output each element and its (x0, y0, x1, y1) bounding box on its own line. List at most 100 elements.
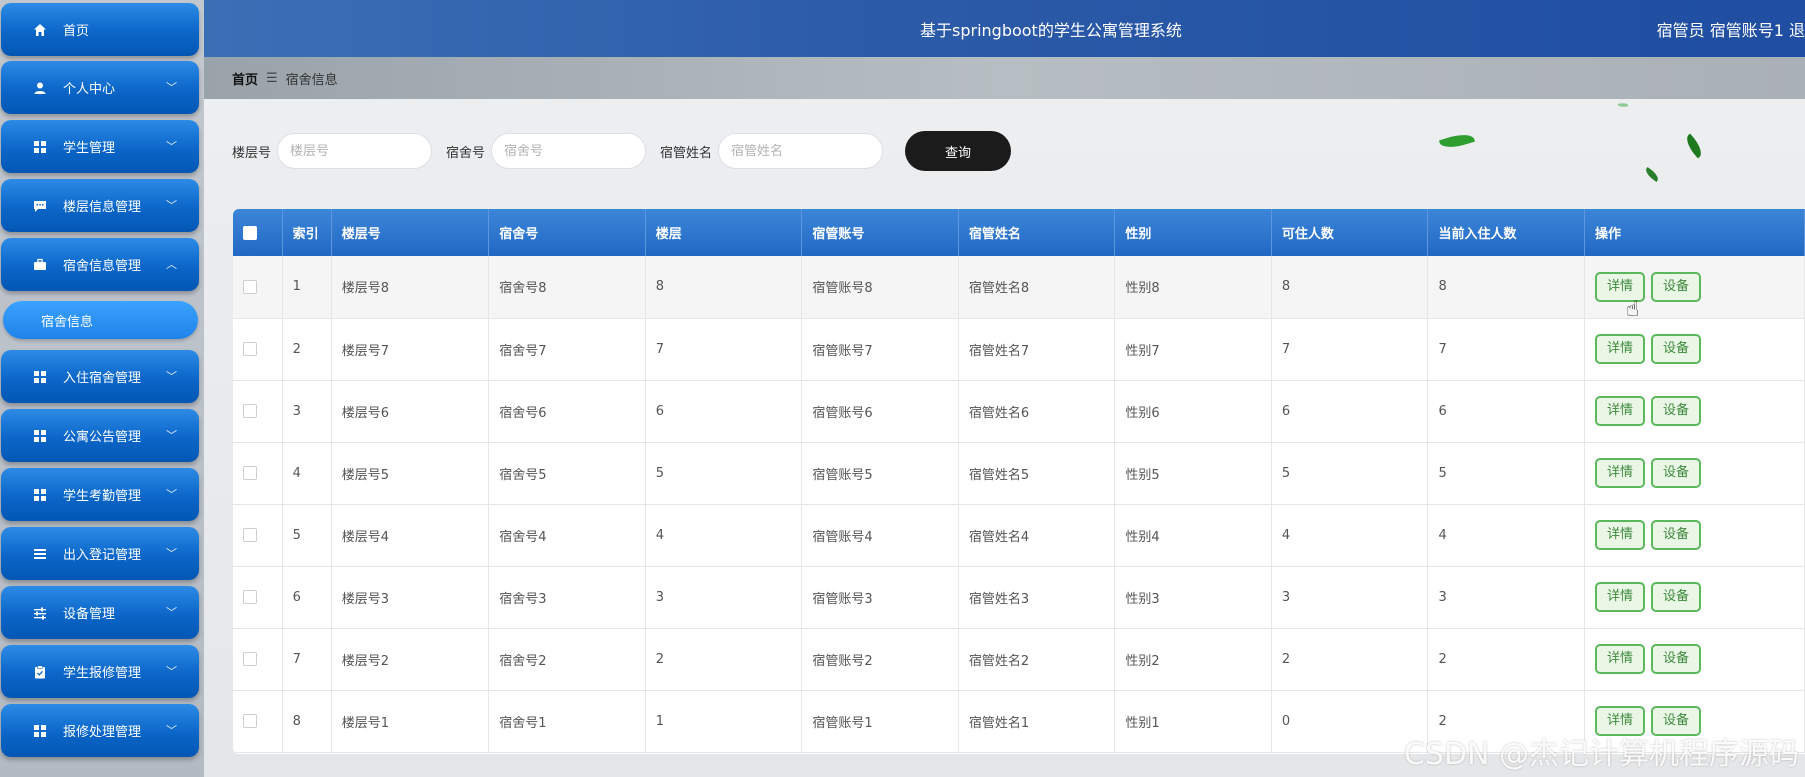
device-button[interactable]: 设备 (1650, 520, 1701, 550)
sidebar-item-10[interactable]: 设备管理 ﹀ (1, 586, 199, 639)
sidebar-item-3[interactable]: 学生管理 ﹀ (1, 120, 199, 173)
sidebar-item-2[interactable]: 个人中心 ﹀ (1, 61, 199, 114)
table-cell: 宿管姓名3 (958, 566, 1116, 629)
query-button[interactable]: 查询 (905, 131, 1012, 171)
table-row[interactable]: 5 楼层号4 宿舍号4 4 宿管账号4 宿管姓名4 性别4 4 4 详情 设备 (233, 504, 1805, 567)
row-checkbox-cell[interactable] (233, 504, 283, 567)
actions-cell: 详情 设备 (1584, 380, 1805, 443)
row-checkbox-cell[interactable] (233, 566, 283, 629)
table-cell: 宿管姓名7 (958, 318, 1116, 381)
select-all-checkbox-cell[interactable] (233, 209, 283, 256)
floor-input[interactable] (277, 133, 433, 169)
detail-button[interactable]: 详情 (1594, 644, 1645, 674)
row-checkbox[interactable] (243, 652, 257, 666)
row-checkbox[interactable] (243, 404, 257, 418)
detail-button[interactable]: 详情 (1594, 396, 1645, 426)
column-header: 当前入住人数 (1427, 209, 1585, 256)
detail-button[interactable]: 详情 (1594, 334, 1645, 364)
sidebar-item-11[interactable]: 学生报修管理 ﹀ (1, 645, 199, 698)
sidebar-item-8[interactable]: 学生考勤管理 ﹀ (1, 468, 199, 521)
column-header: 楼层 (645, 209, 803, 256)
sidebar-item-6[interactable]: 入住宿舍管理 ﹀ (1, 350, 199, 403)
table-cell: 6 (645, 380, 803, 443)
chevron-down-icon: ﹀ (166, 429, 177, 442)
table-cell: 宿管账号1 (801, 690, 959, 753)
sidebar-item-4[interactable]: 楼层信息管理 ﹀ (1, 179, 199, 232)
table-cell: 宿管姓名1 (958, 690, 1116, 753)
table-cell: 宿管账号4 (801, 504, 959, 567)
table-row[interactable]: 7 楼层号2 宿舍号2 2 宿管账号2 宿管姓名2 性别2 2 2 详情 设备 (233, 628, 1805, 691)
leaf-decoration (1682, 133, 1706, 159)
device-button[interactable]: 设备 (1650, 458, 1701, 488)
actions-cell: 详情 设备 (1584, 442, 1805, 505)
table-cell: 3 (645, 566, 803, 629)
table-cell: 宿舍号5 (488, 442, 646, 505)
sidebar-item-12[interactable]: 报修处理管理 ﹀ (1, 704, 199, 757)
sidebar-item-7[interactable]: 公寓公告管理 ﹀ (1, 409, 199, 462)
row-checkbox[interactable] (243, 342, 257, 356)
column-header: 性别 (1114, 209, 1272, 256)
table-row[interactable]: 1 楼层号8 宿舍号8 8 宿管账号8 宿管姓名8 性别8 8 8 详情 设备 (233, 256, 1805, 319)
watermark: CSDN @杰记计算机程序源码 (1403, 737, 1799, 772)
chevron-down-icon: ﹀ (166, 199, 177, 212)
sidebar-item-5[interactable]: 宿舍信息管理 ︿ (1, 238, 199, 291)
row-checkbox-cell[interactable] (233, 380, 283, 443)
detail-button[interactable]: 详情 (1594, 458, 1645, 488)
table-cell: 4 (645, 504, 803, 567)
row-checkbox[interactable] (243, 528, 257, 542)
breadcrumb-current: 宿舍信息 (285, 72, 338, 88)
device-button[interactable]: 设备 (1650, 396, 1701, 426)
breadcrumb: 首页 ☰ 宿舍信息 (204, 57, 1805, 99)
device-button[interactable]: 设备 (1650, 334, 1701, 364)
search-bar: 楼层号 宿舍号 宿管姓名 查询 (232, 131, 1012, 171)
table-cell: 性别1 (1114, 690, 1272, 753)
row-checkbox[interactable] (243, 466, 257, 480)
sidebar-subitem-dorm-info[interactable]: 宿舍信息 (3, 301, 198, 339)
row-checkbox[interactable] (243, 714, 257, 728)
sidebar-item-label: 学生管理 (63, 141, 116, 156)
table-row[interactable]: 4 楼层号5 宿舍号5 5 宿管账号5 宿管姓名5 性别5 5 5 详情 设备 (233, 442, 1805, 505)
row-checkbox[interactable] (243, 590, 257, 604)
user-info[interactable]: 宿管员 宿管账号1 退 (1657, 17, 1805, 41)
device-button[interactable]: 设备 (1650, 271, 1701, 302)
row-checkbox-cell[interactable] (233, 442, 283, 505)
table-cell: 宿舍号4 (488, 504, 646, 567)
table-cell: 性别5 (1114, 442, 1272, 505)
room-input[interactable] (491, 133, 647, 169)
device-button[interactable]: 设备 (1650, 644, 1701, 674)
leaf-decoration (1643, 167, 1661, 182)
device-button[interactable]: 设备 (1650, 582, 1701, 612)
table-cell: 6 (1271, 380, 1429, 443)
select-all-checkbox[interactable] (243, 225, 257, 240)
table-cell: 楼层号5 (331, 442, 490, 505)
table-row[interactable]: 6 楼层号3 宿舍号3 3 宿管账号3 宿管姓名3 性别3 3 3 详情 设备 (233, 566, 1805, 629)
table-row[interactable]: 2 楼层号7 宿舍号7 7 宿管账号7 宿管姓名7 性别7 7 7 详情 设备 (233, 318, 1805, 381)
breadcrumb-home[interactable]: 首页 (232, 69, 258, 88)
table-cell: 宿舍号8 (488, 256, 646, 319)
table-cell: 5 (282, 504, 332, 567)
table-cell: 宿管姓名5 (958, 442, 1116, 505)
row-checkbox[interactable] (243, 279, 257, 294)
column-header: 宿舍号 (488, 209, 646, 256)
table-cell: 3 (1427, 566, 1585, 629)
sidebar-item-label: 设备管理 (63, 607, 116, 622)
table-cell: 7 (282, 628, 332, 691)
row-checkbox-cell[interactable] (233, 256, 283, 319)
table-cell: 7 (1427, 318, 1585, 381)
row-checkbox-cell[interactable] (233, 690, 283, 753)
detail-button[interactable]: 详情 (1594, 520, 1645, 550)
table-cell: 7 (645, 318, 803, 381)
row-checkbox-cell[interactable] (233, 628, 283, 691)
table-row[interactable]: 3 楼层号6 宿舍号6 6 宿管账号6 宿管姓名6 性别6 6 6 详情 设备 (233, 380, 1805, 443)
briefcase-icon (29, 258, 51, 272)
detail-button[interactable]: 详情 (1594, 582, 1645, 612)
manager-name-input[interactable] (718, 133, 884, 169)
sidebar-item-9[interactable]: 出入登记管理 ﹀ (1, 527, 199, 580)
table-cell: 宿管姓名8 (958, 256, 1116, 319)
floor-label: 楼层号 (232, 145, 272, 161)
table-cell: 2 (282, 318, 332, 381)
row-checkbox-cell[interactable] (233, 318, 283, 381)
table-cell: 楼层号8 (331, 256, 490, 319)
list-icon (29, 547, 51, 561)
sidebar-item-1[interactable]: 首页 (1, 3, 199, 56)
